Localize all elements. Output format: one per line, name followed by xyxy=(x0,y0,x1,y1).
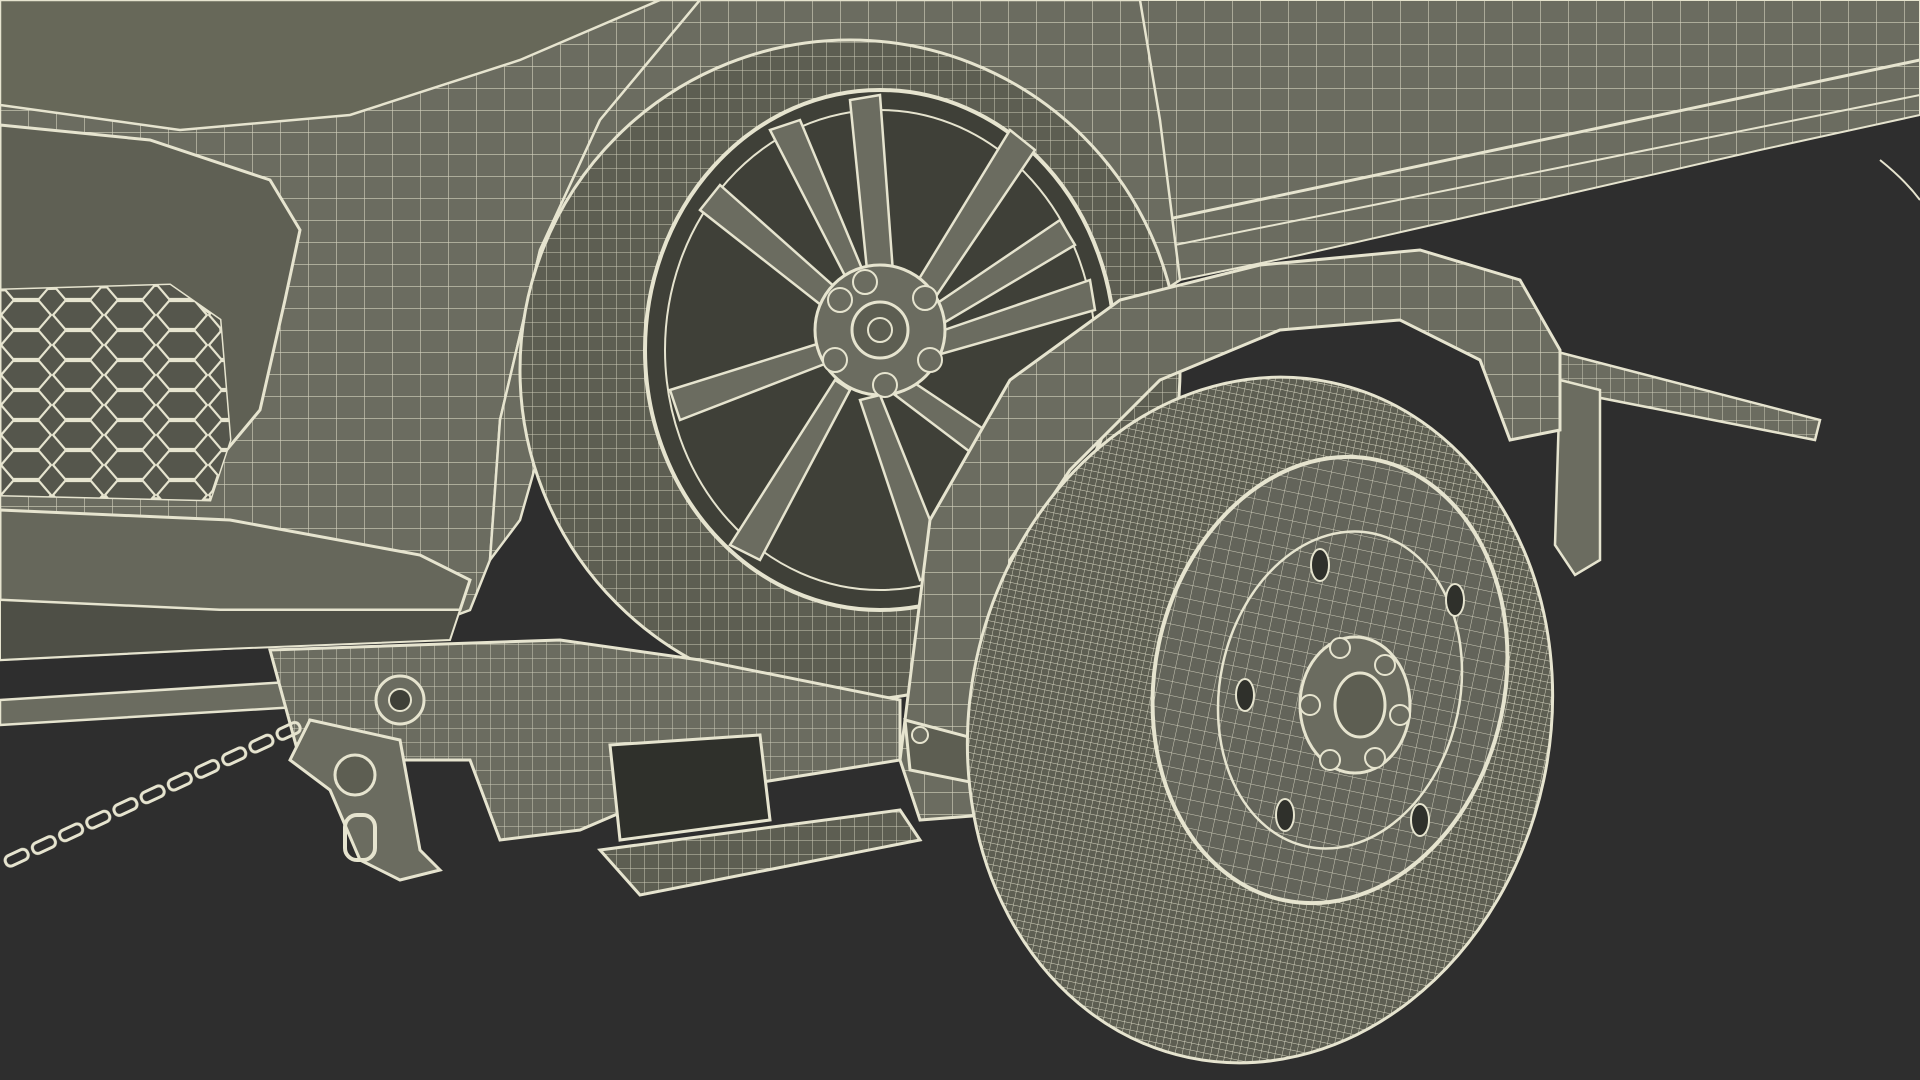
bumper-grille xyxy=(0,283,232,502)
car-body-panel xyxy=(1098,0,1920,282)
safety-chain xyxy=(0,715,308,874)
wheel-lift-frame xyxy=(0,638,923,897)
wireframe-render-viewport xyxy=(0,0,1920,1080)
